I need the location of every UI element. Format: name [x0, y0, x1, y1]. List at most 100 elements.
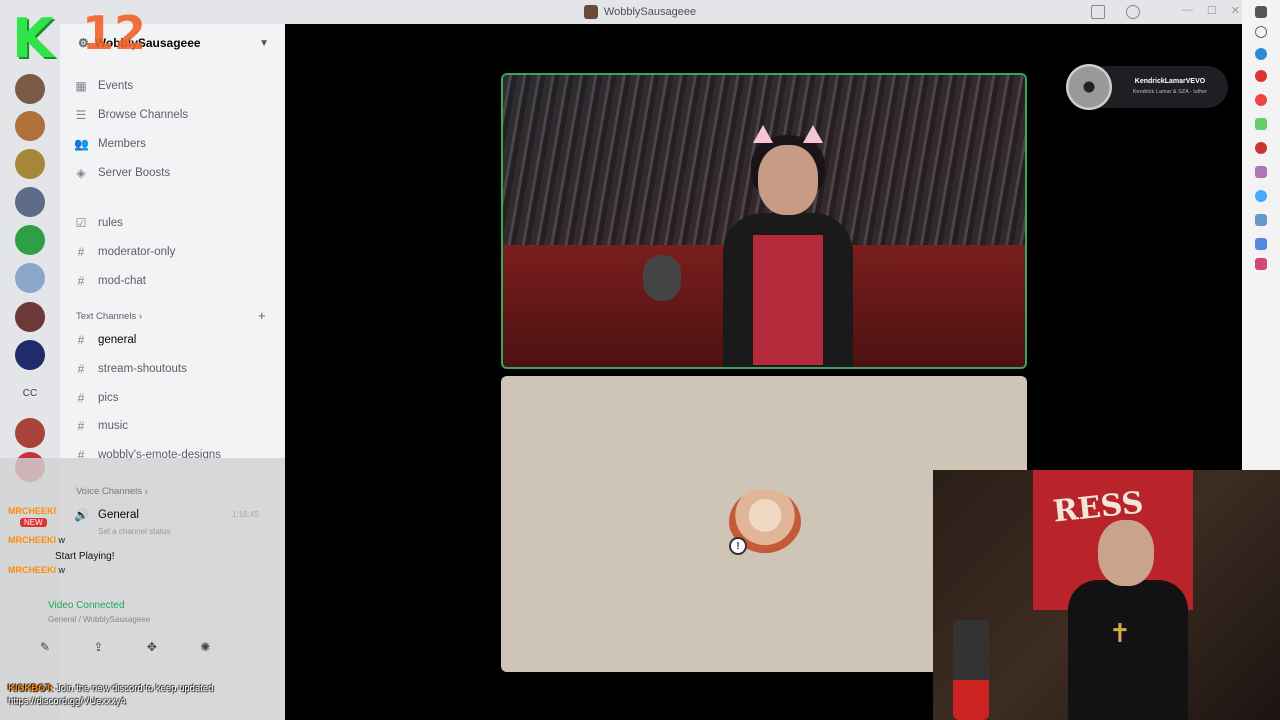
sidebar-item-members[interactable]: 👥 Members — [74, 132, 274, 156]
category-voice-channels[interactable]: Voice Channels › — [76, 486, 148, 497]
chat-username: MRCHEEKI — [8, 535, 57, 545]
channel-label: mod-chat — [98, 275, 146, 287]
server-icon[interactable] — [15, 263, 45, 293]
help-icon[interactable] — [1126, 5, 1140, 19]
maximize-icon[interactable]: ☐ — [1207, 4, 1217, 17]
chat-username: MRCHEEKI — [8, 565, 57, 575]
hash-icon: # — [77, 333, 85, 347]
sidebar-item-label: Browse Channels — [98, 109, 189, 121]
voice-connected-location: General / WobblySausageee — [48, 615, 151, 624]
chat-line: MRCHEEKI w — [8, 565, 65, 575]
channel-label: rules — [98, 217, 123, 229]
soundboard-icon[interactable]: ✺ — [200, 640, 210, 654]
server-icon[interactable] — [15, 149, 45, 179]
app-icon[interactable] — [1255, 238, 1267, 250]
window-title-text: WobblySausageee — [603, 6, 697, 18]
channel-music[interactable]: # music — [74, 414, 274, 438]
channel-moderator-only[interactable]: # moderator-only — [74, 240, 274, 264]
figure-shirt — [753, 235, 823, 365]
server-icon[interactable] — [15, 418, 45, 448]
instagram-icon[interactable] — [1255, 258, 1267, 270]
chat-banner: KICKBOT: Join the new discord to keep up… — [8, 683, 213, 694]
chat-text: w — [58, 535, 66, 545]
channel-label: moderator-only — [98, 246, 176, 258]
app-icon[interactable] — [1255, 118, 1267, 130]
server-icon[interactable] — [15, 74, 45, 104]
category-label: Text Channels — [76, 311, 137, 322]
activities-icon[interactable]: ✥ — [147, 640, 157, 654]
sidebar-item-server-boosts[interactable]: ◈ Server Boosts — [74, 161, 274, 185]
start-playing-label[interactable]: Start Playing! — [55, 551, 114, 562]
sidebar-item-events[interactable]: ▦ Events — [74, 74, 274, 98]
sidebar-item-label: Events — [98, 80, 134, 92]
channel-mod-chat[interactable]: # mod-chat — [74, 269, 274, 293]
screen-share-icon[interactable]: ⇪ — [93, 640, 103, 654]
channel-label: stream-shoutouts — [98, 363, 187, 375]
telegram-icon[interactable] — [1255, 190, 1267, 202]
server-icon[interactable] — [15, 111, 45, 141]
chat-badge: NEW — [8, 517, 47, 527]
streamer-figure — [713, 125, 863, 367]
category-text-channels[interactable]: Text Channels › — [76, 311, 142, 322]
channel-label: general — [98, 334, 137, 346]
app-icon[interactable] — [1255, 214, 1267, 226]
webcam-person-body — [1068, 580, 1188, 720]
now-playing-card: KendrickLamarVEVO Kendrick Lamar & SZA -… — [1066, 64, 1228, 110]
video-tile-speaking[interactable] — [501, 73, 1027, 369]
windows-icon[interactable] — [1255, 6, 1267, 18]
new-badge: NEW — [20, 518, 47, 527]
server-icon[interactable] — [15, 340, 45, 370]
banner-text: Join the new discord to keep updated — [56, 683, 214, 694]
vinyl-disc-icon — [1066, 64, 1112, 110]
warning-icon: ! — [729, 537, 747, 555]
voice-status-hint[interactable]: Set a channel status — [98, 527, 171, 536]
speaker-icon: 🔊 — [74, 508, 89, 522]
window-title: WobblySausageee — [583, 5, 697, 19]
chat-line: MRCHEEKI — [8, 506, 56, 516]
chrome-icon[interactable] — [1255, 94, 1267, 106]
app-icon[interactable] — [1255, 70, 1267, 82]
chat-username: MRCHEEKI — [8, 506, 57, 516]
close-icon[interactable]: ✕ — [1231, 4, 1240, 17]
webcam-person-head — [1098, 520, 1154, 586]
chat-text: w — [58, 565, 66, 575]
webcam-overlay: RESS ✝ — [933, 470, 1280, 720]
now-playing-artist: KendrickLamarVEVO — [1134, 78, 1206, 85]
channel-pics[interactable]: # pics — [74, 386, 274, 410]
hash-icon: # — [77, 274, 85, 288]
inbox-icon[interactable] — [1091, 5, 1105, 19]
voice-channel-time: 1:16:45 — [232, 510, 259, 519]
webcam-person — [1068, 510, 1188, 720]
hash-icon: # — [77, 245, 85, 259]
browse-icon: ☰ — [75, 108, 87, 122]
server-avatar-small — [583, 5, 598, 19]
server-icon[interactable] — [15, 187, 45, 217]
app-icon[interactable] — [1255, 142, 1267, 154]
overlay-logo-letter: K — [12, 7, 54, 70]
hash-icon: # — [77, 391, 85, 405]
cat-ear-left — [753, 125, 773, 143]
add-channel-icon[interactable]: + — [258, 308, 266, 323]
server-cc-label: CC — [22, 387, 38, 399]
channel-stream-shoutouts[interactable]: # stream-shoutouts — [74, 357, 274, 381]
app-icon[interactable] — [1255, 166, 1267, 178]
sidebar-item-browse-channels[interactable]: ☰ Browse Channels — [74, 103, 274, 127]
browser-sidebar — [1242, 0, 1280, 470]
server-icon-cc[interactable]: CC — [15, 378, 45, 408]
server-icon[interactable] — [15, 225, 45, 255]
overlay-logo-number: 12 — [82, 6, 147, 60]
minimize-icon[interactable]: — — [1182, 4, 1193, 17]
cross-pendant-icon: ✝ — [1109, 618, 1131, 648]
banner-bot-name: KICKBOT: — [8, 683, 54, 694]
channel-general[interactable]: # general — [74, 328, 274, 352]
camera-off-icon[interactable]: ✎ — [40, 640, 50, 654]
edge-icon[interactable] — [1255, 48, 1267, 60]
search-icon[interactable] — [1255, 26, 1267, 38]
chat-overlay-panel — [0, 458, 285, 720]
server-icon[interactable] — [15, 302, 45, 332]
window-controls: — ☐ ✕ — [1182, 4, 1240, 17]
category-label: Voice Channels — [76, 486, 143, 497]
calendar-icon: ▦ — [75, 79, 87, 93]
voice-connected-status[interactable]: Video Connected — [48, 600, 125, 611]
channel-rules[interactable]: ☑ rules — [74, 211, 274, 235]
